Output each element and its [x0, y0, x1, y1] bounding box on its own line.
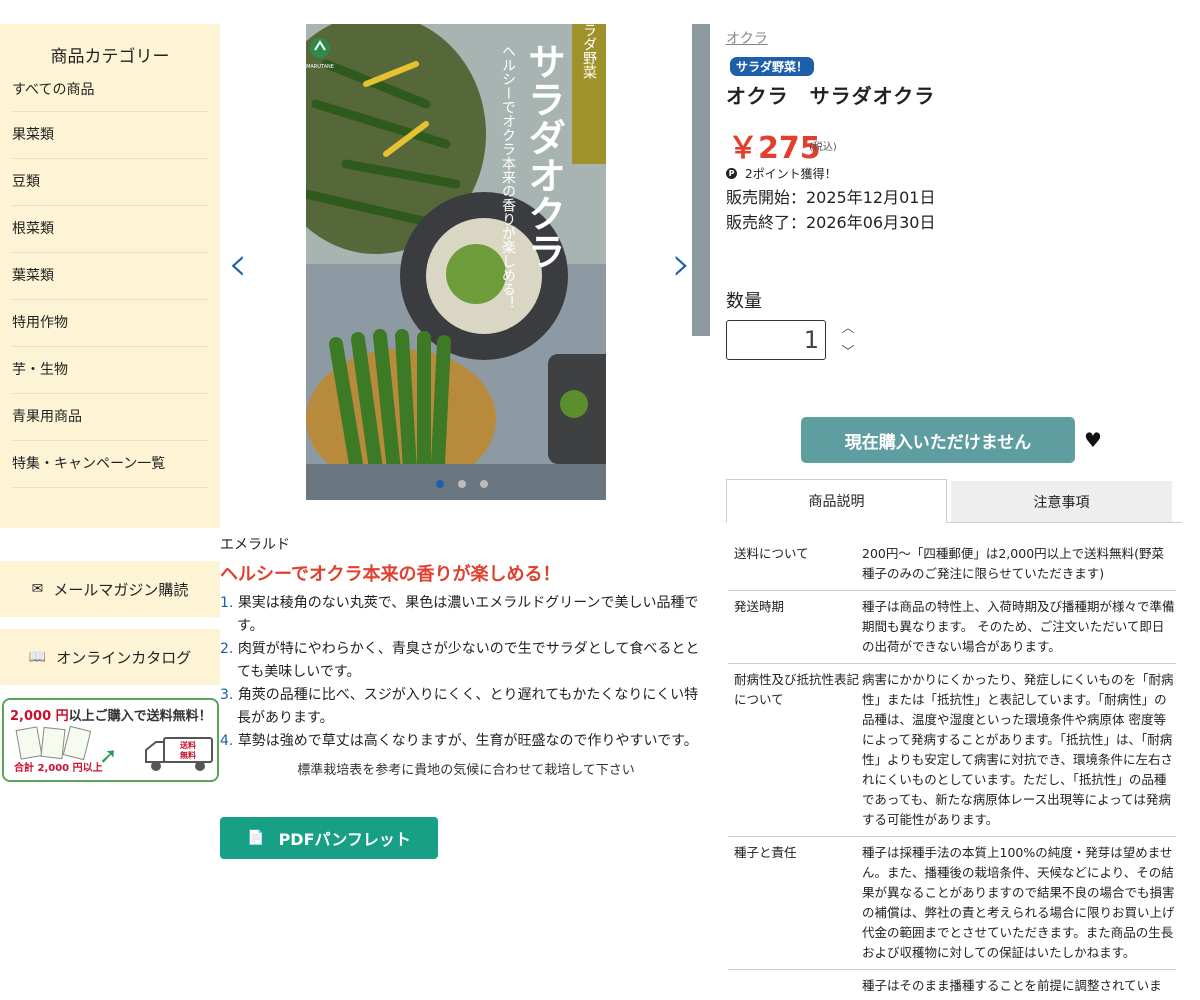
category-list: すべての商品 果菜類 豆類 根菜類 葉菜類 特用作物 芋・生物 青果用商品 特集…: [0, 68, 220, 488]
row-value: 種子は商品の特性上、入荷時期及び播種期が様々で準備期間も異なります。 そのため、…: [862, 590, 1176, 664]
category-link[interactable]: オクラ: [726, 28, 768, 48]
feature-item: 2. 肉質が特にやわらかく、青臭さが少ないので生でサラダとして食べるととても美味…: [220, 641, 700, 680]
feature-list: 1. 果実は稜角のない丸莢で、果色は濃いエメラルドグリーンで美しい品種です。 2…: [220, 592, 712, 753]
tab-description[interactable]: 商品説明: [726, 479, 947, 523]
sidebar-item-tubers[interactable]: 芋・生物: [12, 347, 208, 394]
table-row: 発送時期 種子は商品の特性上、入荷時期及び播種期が様々で準備期間も異なります。 …: [728, 590, 1176, 664]
product-info-table: 送料について 200円〜「四種郵便」は2,000円以上で送料無料(野菜種子のみの…: [728, 538, 1176, 1000]
quantity-label: 数量: [726, 291, 762, 312]
cultivation-note: 標準栽培表を参考に貴地の気候に合わせて栽培して下さい: [297, 763, 635, 778]
row-value: 種子はそのまま播種することを前提に調整されていま: [862, 969, 1176, 1000]
row-key: 送料について: [728, 538, 862, 591]
sidebar-item-leaf-vegetables[interactable]: 葉菜類: [12, 253, 208, 300]
sidebar-item-special-crops[interactable]: 特用作物: [12, 300, 208, 347]
pdf-pamphlet-button[interactable]: 📄 PDFパンフレット: [220, 817, 438, 859]
package-name: サラダオクラ: [522, 42, 567, 270]
product-image-carousel: サラダ野菜 サラダオクラ ヘルシーでオクラ本来の香りが楽しめる！ MARUTAN…: [220, 24, 710, 500]
carousel-dots: [436, 480, 488, 488]
catch-copy: ヘルシーでオクラ本来の香りが楽しめる！: [220, 564, 561, 585]
sidebar-item-produce[interactable]: 青果用商品: [12, 394, 208, 441]
salad-badge: サラダ野菜！: [730, 57, 815, 76]
pdf-file-icon: 📄: [247, 830, 265, 846]
book-icon: 📖: [28, 649, 47, 665]
seed-packets-illustration: [15, 725, 92, 761]
category-sidebar: 商品カテゴリー すべての商品 果菜類 豆類 根菜類 葉菜類 特用作物 芋・生物 …: [0, 24, 220, 528]
carousel-dot-3[interactable]: [480, 480, 488, 488]
carousel-dot-2[interactable]: [458, 480, 466, 488]
banner-subtext: 合計 2,000 円以上: [14, 763, 103, 774]
online-catalog-button[interactable]: 📖 オンラインカタログ: [0, 629, 220, 685]
truck-icon: 送料 無料: [145, 737, 213, 771]
row-key: [728, 969, 862, 1000]
carousel-next-arrow[interactable]: ›: [672, 240, 691, 288]
sale-start-date: 販売開始：2025年12月01日: [726, 188, 936, 207]
table-row: 種子はそのまま播種することを前提に調整されていま: [728, 969, 1176, 1000]
tax-label: (税込): [809, 142, 837, 153]
sidebar-item-all[interactable]: すべての商品: [12, 68, 208, 112]
info-tabs: 商品説明 注意事項: [726, 479, 1182, 523]
feature-item: 4. 草勢は強めで草丈は高くなりますが、生育が旺盛なので作りやすいです。: [220, 733, 698, 749]
row-value: 200円〜「四種郵便」は2,000円以上で送料無料(野菜種子のみのご発注に限らせ…: [862, 538, 1176, 591]
banner-text: 以上ご購入で送料無料！: [68, 709, 212, 724]
feature-item: 1. 果実は稜角のない丸莢で、果色は濃いエメラルドグリーンで美しい品種です。: [220, 595, 699, 634]
table-row: 送料について 200円〜「四種郵便」は2,000円以上で送料無料(野菜種子のみの…: [728, 538, 1176, 591]
table-row: 耐病性及び抵抗性表記について 病害にかかりにくかったり、発症しにくいものを「耐病…: [728, 663, 1176, 837]
sidebar-item-root-vegetables[interactable]: 根菜類: [12, 206, 208, 253]
row-value: 種子は採種手法の本質上100%の純度・発芽は望めません。また、播種後の栽培条件、…: [862, 836, 1176, 970]
quantity-up-icon[interactable]: ︿: [840, 322, 856, 336]
row-key: 発送時期: [728, 590, 862, 664]
carousel-dot-1[interactable]: [436, 480, 444, 488]
truck-text-1: 送料: [179, 740, 196, 750]
buy-button[interactable]: 現在購入いただけません: [801, 417, 1075, 463]
mail-magazine-label: メールマガジン購読: [53, 580, 189, 599]
package-brand: MARUTANE: [306, 64, 334, 70]
product-image[interactable]: サラダ野菜 サラダオクラ ヘルシーでオクラ本来の香りが楽しめる！ MARUTAN…: [306, 24, 606, 500]
product-description: エメラルド ヘルシーでオクラ本来の香りが楽しめる！ 1. 果実は稜角のない丸莢で…: [220, 534, 712, 778]
sale-end-date: 販売終了：2026年06月30日: [726, 213, 936, 232]
points-info: P 2ポイント獲得！: [726, 165, 837, 182]
variety-name: エメラルド: [220, 537, 290, 553]
points-text: 2ポイント獲得！: [745, 167, 837, 181]
sidebar-title: 商品カテゴリー: [50, 47, 170, 67]
package-tag: サラダ野菜: [581, 24, 597, 79]
pdf-pamphlet-label: PDFパンフレット: [278, 830, 411, 849]
truck-text-2: 無料: [180, 750, 196, 760]
seed-packet-image: サラダ野菜 サラダオクラ ヘルシーでオクラ本来の香りが楽しめる！ MARUTAN…: [306, 24, 606, 500]
product-price: ￥275: [728, 131, 821, 166]
online-catalog-label: オンラインカタログ: [56, 648, 192, 667]
favorite-heart-icon[interactable]: ♥: [1084, 428, 1102, 452]
quantity-input[interactable]: [726, 320, 826, 360]
sidebar-item-fruit-vegetables[interactable]: 果菜類: [12, 112, 208, 159]
product-title: オクラ サラダオクラ: [726, 84, 936, 108]
row-key: 耐病性及び抵抗性表記について: [728, 663, 862, 837]
quantity-down-icon[interactable]: ﹀: [840, 346, 856, 360]
carousel-prev-arrow[interactable]: ‹: [228, 240, 247, 288]
row-key: 種子と責任: [728, 836, 862, 970]
table-row: 種子と責任 種子は採種手法の本質上100%の純度・発芽は望めません。また、播種後…: [728, 836, 1176, 970]
row-value: 病害にかかりにくかったり、発症しにくいものを「耐病性」または「抵抗性」と表記して…: [862, 663, 1176, 837]
sidebar-item-campaigns[interactable]: 特集・キャンペーン一覧: [12, 441, 208, 488]
banner-title: 2,000 円以上ご購入で送料無料！: [4, 700, 217, 724]
banner-amount: 2,000 円: [10, 709, 69, 724]
free-shipping-banner[interactable]: 2,000 円以上ご購入で送料無料！ ➚ 送料 無料 合計 2,000 円以上: [2, 698, 219, 782]
sidebar-item-beans[interactable]: 豆類: [12, 159, 208, 206]
next-slide-preview: [692, 24, 710, 336]
points-icon: P: [726, 168, 737, 179]
package-catch: ヘルシーでオクラ本来の香りが楽しめる！: [500, 44, 516, 310]
envelope-icon: ✉: [31, 581, 44, 597]
feature-item: 3. 角莢の品種に比べ、スジが入りにくく、とり遅れてもかたくなりにくい特長があり…: [220, 687, 699, 726]
mail-magazine-button[interactable]: ✉ メールマガジン購読: [0, 561, 220, 617]
tab-notes[interactable]: 注意事項: [951, 481, 1172, 522]
